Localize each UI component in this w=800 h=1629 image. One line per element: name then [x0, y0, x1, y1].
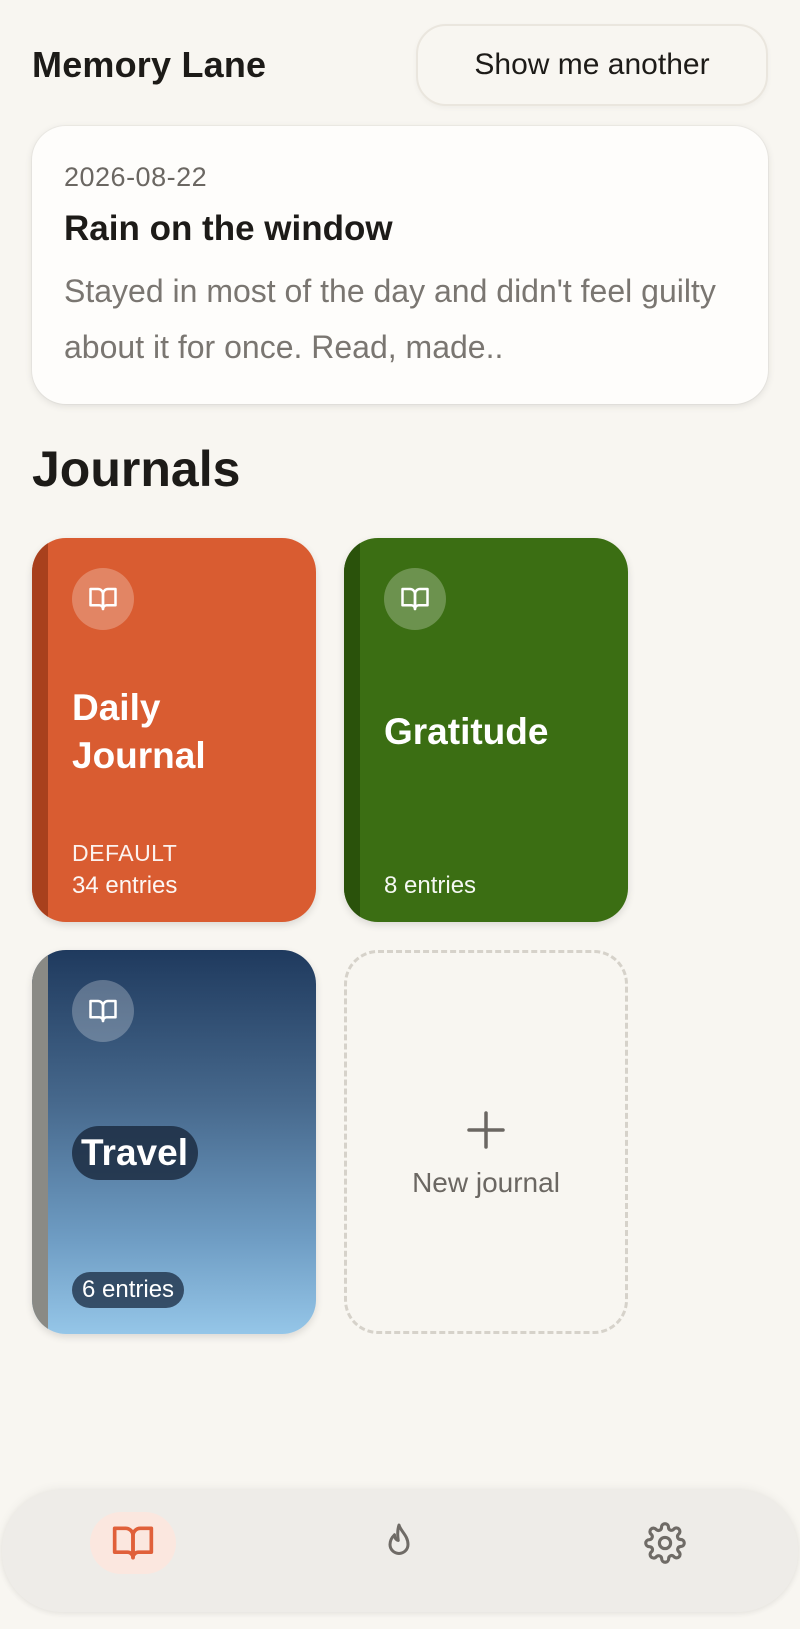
journal-name-line: Daily	[72, 687, 161, 728]
journal-name: Travel	[72, 1126, 198, 1180]
journal-name-line: Journal	[72, 735, 206, 776]
journals-heading: Journals	[32, 441, 241, 497]
journal-spine	[32, 538, 48, 922]
nav-streak[interactable]	[356, 1512, 442, 1574]
show-another-button[interactable]: Show me another	[416, 24, 768, 106]
journal-name: Gratitude	[384, 711, 549, 752]
memory-card[interactable]: 2026-08-22 Rain on the window Stayed in …	[32, 126, 768, 404]
entry-count: 8 entries	[384, 872, 477, 899]
new-journal-label: New journal	[412, 1167, 560, 1198]
plus-icon	[347, 1109, 625, 1153]
journal-card-gratitude[interactable]: Gratitude 8 entries	[344, 538, 628, 922]
gear-icon	[644, 1522, 686, 1564]
journal-card-travel[interactable]: Travel 6 entries	[32, 950, 316, 1334]
memory-title: Rain on the window	[64, 209, 393, 248]
default-tag: DEFAULT	[72, 840, 178, 866]
journal-spine	[32, 950, 48, 1334]
book-icon	[384, 568, 446, 630]
new-journal-button[interactable]: New journal	[344, 950, 628, 1334]
journal-card-daily[interactable]: Daily Journal DEFAULT 34 entries	[32, 538, 316, 922]
bottom-nav	[2, 1490, 798, 1612]
nav-settings[interactable]	[622, 1512, 708, 1574]
flame-icon	[381, 1521, 417, 1565]
memory-lane-header: Memory Lane Show me another	[32, 24, 768, 106]
journal-spine	[344, 538, 360, 922]
memory-lane-title: Memory Lane	[32, 44, 267, 85]
book-icon	[111, 1524, 155, 1562]
book-icon	[72, 568, 134, 630]
memory-excerpt: Stayed in most of the day and didn't fee…	[64, 273, 716, 365]
journal-name: Daily Journal	[72, 684, 206, 780]
memory-date: 2026-08-22	[64, 162, 208, 192]
book-icon	[72, 980, 134, 1042]
entry-count: 6 entries	[72, 1272, 185, 1308]
nav-journals[interactable]	[90, 1512, 176, 1574]
entry-count: 34 entries	[72, 872, 178, 899]
